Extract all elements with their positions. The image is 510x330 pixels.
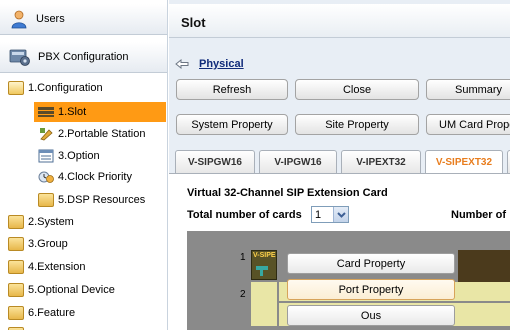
card-title: Virtual 32-Channel SIP Extension Card [187, 187, 388, 199]
portable-station-icon [38, 127, 54, 141]
tree-item-label: 5.DSP Resources [58, 194, 146, 206]
card-image[interactable]: V-SIPE [251, 250, 277, 280]
card-chip-icon [255, 263, 273, 277]
card-property-menu-item[interactable]: Card Property [287, 253, 455, 274]
folder-icon [38, 193, 54, 207]
breadcrumb-link-physical[interactable]: Physical [199, 58, 244, 70]
users-label: Users [36, 13, 65, 25]
tab-v-sipext32[interactable]: V-SIPEXT32 [425, 150, 503, 174]
ous-menu-item[interactable]: Ous [287, 305, 455, 326]
tree-item-dsp-resources[interactable]: 5.DSP Resources [38, 190, 166, 210]
tree-item-system[interactable]: 2.System [8, 212, 166, 232]
tab-v-sipgw16[interactable]: V-SIPGW16 [175, 150, 255, 173]
site-property-button[interactable]: Site Property [295, 114, 419, 135]
close-button[interactable]: Close [295, 79, 419, 100]
tree-item-optional-device[interactable]: 5.Optional Device [8, 280, 166, 300]
slot-number: 1 [240, 252, 246, 263]
tree-item-configuration[interactable]: 1.Configuration [8, 78, 166, 98]
folder-icon [8, 260, 24, 274]
pbx-configuration-icon [9, 47, 31, 67]
users-section-header[interactable]: Users [0, 4, 167, 35]
um-card-property-button[interactable]: UM Card Prope [426, 114, 510, 135]
pbx-configuration-label: PBX Configuration [38, 51, 129, 63]
folder-icon [8, 306, 24, 320]
tree-item-label: 5.Optional Device [28, 284, 115, 296]
tree-item-label: 2.System [28, 216, 74, 228]
folder-open-icon [8, 81, 24, 95]
tree-item-group[interactable]: 3.Group [8, 234, 166, 254]
tree-item-label: 3.Group [28, 238, 68, 250]
sidebar: Users PBX Configuration 1.Configuration … [0, 0, 168, 330]
total-cards-label: Total number of cards [187, 209, 302, 221]
tree-item-label: 2.Portable Station [58, 128, 146, 140]
page-title: Slot [181, 15, 206, 30]
tree-item-label: 3.Option [58, 150, 100, 162]
tree-item-label: 4.Extension [28, 261, 86, 273]
tree-item-label: 1.Configuration [28, 82, 103, 94]
back-arrow-icon[interactable] [175, 58, 189, 70]
option-icon [38, 149, 54, 163]
tree-item-extension[interactable]: 4.Extension [8, 257, 166, 277]
tree-item-label: 6.Feature [28, 307, 76, 319]
card-image-label: V-SIPE [253, 252, 276, 259]
slot-icon [38, 105, 54, 119]
tree-item-label: 4.Clock Priority [58, 171, 132, 183]
system-property-button[interactable]: System Property [176, 114, 288, 135]
tab-v-ipext32[interactable]: V-IPEXT32 [341, 150, 421, 173]
tree-item-clock-priority[interactable]: 4.Clock Priority [38, 167, 166, 187]
port-property-menu-item[interactable]: Port Property [287, 279, 455, 300]
pbx-configuration-header[interactable]: PBX Configuration [0, 42, 167, 73]
breadcrumb: Physical [175, 58, 244, 70]
users-icon [10, 9, 28, 29]
summary-button[interactable]: Summary [426, 79, 510, 100]
slot-bar[interactable] [251, 282, 277, 326]
total-cards-select[interactable]: 1 [311, 206, 349, 223]
number-of-label: Number of [451, 209, 506, 221]
title-bar: Slot [169, 4, 510, 38]
refresh-button[interactable]: Refresh [176, 79, 288, 100]
tree-item-portable-station[interactable]: 2.Portable Station [38, 124, 166, 144]
slot-number: 2 [240, 289, 246, 300]
slot-card-right[interactable] [458, 250, 510, 282]
tree-item-feature[interactable]: 6.Feature [8, 303, 166, 323]
tab-v-ipgw16[interactable]: V-IPGW16 [259, 150, 337, 173]
folder-icon [8, 237, 24, 251]
total-cards-value: 1 [315, 208, 322, 221]
tree-item-option[interactable]: 3.Option [38, 146, 166, 166]
tree-item-slot[interactable]: 1.Slot [34, 102, 166, 122]
folder-icon [8, 283, 24, 297]
folder-icon [8, 215, 24, 229]
clock-priority-icon [38, 170, 54, 184]
chevron-down-icon[interactable] [333, 207, 348, 222]
tree-item-partial [8, 324, 166, 330]
tree-item-label: 1.Slot [58, 106, 87, 118]
